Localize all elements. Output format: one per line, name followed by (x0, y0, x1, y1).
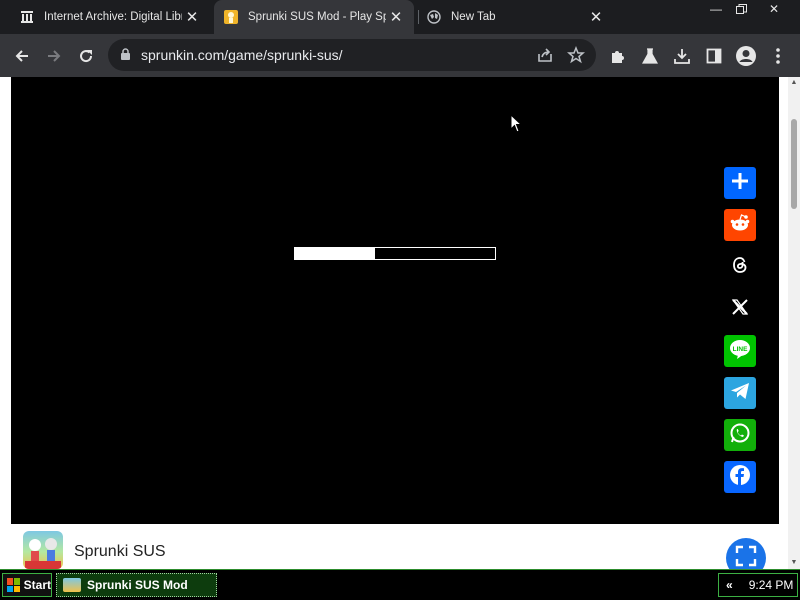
tab-internet-archive[interactable]: Internet Archive: Digital Libr ✕ (0, 0, 210, 34)
tab-title: Sprunki SUS Mod - Play Spru (248, 11, 386, 23)
star-icon[interactable] (567, 45, 585, 69)
labs-icon[interactable] (636, 42, 664, 70)
line-share-button[interactable]: LINE (724, 335, 756, 367)
back-icon[interactable] (8, 42, 36, 70)
game-loading-bar (294, 247, 496, 260)
browser-toolbar: sprunkin.com/game/sprunki-sus/ (0, 34, 800, 77)
threads-icon (730, 255, 750, 280)
restore-icon[interactable] (728, 1, 754, 17)
start-label: Start (23, 578, 51, 592)
sprunki-favicon (224, 10, 238, 24)
page-viewport: LINE Sprunki SUS ▲ ▼ (0, 77, 800, 569)
telegram-icon (729, 381, 751, 406)
loading-bar-fill (295, 248, 375, 259)
clock: 9:24 PM (748, 578, 794, 592)
scroll-down-icon[interactable]: ▼ (790, 559, 798, 567)
lock-icon[interactable] (120, 48, 131, 66)
tab-title: Internet Archive: Digital Libr (44, 11, 182, 23)
start-button[interactable]: Start (2, 573, 52, 597)
facebook-share-button[interactable] (724, 461, 756, 493)
fullscreen-button[interactable] (726, 538, 766, 569)
threads-share-button[interactable] (724, 251, 756, 283)
addtoany-share-button[interactable] (724, 167, 756, 199)
tab-new-tab[interactable]: New Tab ✕ (418, 0, 614, 34)
scroll-up-icon[interactable]: ▲ (790, 79, 798, 87)
game-info-bar: Sprunki SUS (11, 524, 779, 569)
taskbar-item-label: Sprunki SUS Mod (87, 578, 188, 592)
tab-title: New Tab (451, 11, 496, 23)
scrollbar-thumb[interactable] (791, 119, 797, 209)
windows-logo-icon (7, 578, 20, 592)
share-icon[interactable] (536, 46, 554, 69)
reddit-icon (729, 212, 751, 239)
plus-icon (730, 171, 750, 196)
extensions-icon[interactable] (604, 42, 632, 70)
menu-icon[interactable] (764, 42, 792, 70)
x-icon (730, 297, 750, 322)
game-thumbnail[interactable] (23, 531, 63, 569)
url-text: sprunkin.com/game/sprunki-sus/ (141, 47, 343, 63)
line-icon: LINE (728, 338, 752, 365)
tab-sprunki-sus[interactable]: Sprunki SUS Mod - Play Spru ✕ (214, 0, 414, 34)
os-taskbar: Start Sprunki SUS Mod « 9:24 PM (0, 569, 800, 600)
system-tray: « 9:24 PM (718, 573, 798, 597)
download-icon[interactable] (668, 42, 696, 70)
mouse-cursor-icon (510, 113, 523, 139)
game-canvas[interactable]: LINE (11, 77, 779, 524)
game-title: Sprunki SUS (74, 543, 166, 560)
whatsapp-share-button[interactable] (724, 419, 756, 451)
close-icon[interactable]: ✕ (182, 7, 202, 27)
reload-icon[interactable] (72, 42, 100, 70)
whatsapp-icon (729, 422, 751, 449)
tray-expand-icon[interactable]: « (726, 578, 733, 592)
forward-icon[interactable] (40, 42, 68, 70)
globe-icon (427, 10, 441, 24)
svg-text:LINE: LINE (733, 346, 748, 353)
minimize-icon[interactable]: — (703, 1, 729, 17)
reddit-share-button[interactable] (724, 209, 756, 241)
fullscreen-icon (735, 545, 757, 570)
internet-archive-icon (20, 10, 34, 24)
x-share-button[interactable] (724, 293, 756, 325)
taskbar-item-sprunki[interactable]: Sprunki SUS Mod (56, 573, 217, 597)
close-icon[interactable]: ✕ (586, 7, 606, 27)
profile-icon[interactable] (732, 42, 760, 70)
close-icon[interactable]: ✕ (386, 7, 406, 27)
page-scrollbar[interactable]: ▲ ▼ (788, 77, 800, 569)
address-bar[interactable]: sprunkin.com/game/sprunki-sus/ (108, 39, 596, 71)
side-panel-icon[interactable] (700, 42, 728, 70)
telegram-share-button[interactable] (724, 377, 756, 409)
facebook-icon (729, 464, 751, 491)
window-close-icon[interactable]: ✕ (761, 1, 787, 17)
tab-strip: Internet Archive: Digital Libr ✕ Sprunki… (0, 0, 800, 34)
sprunki-taskbar-icon (63, 578, 81, 592)
